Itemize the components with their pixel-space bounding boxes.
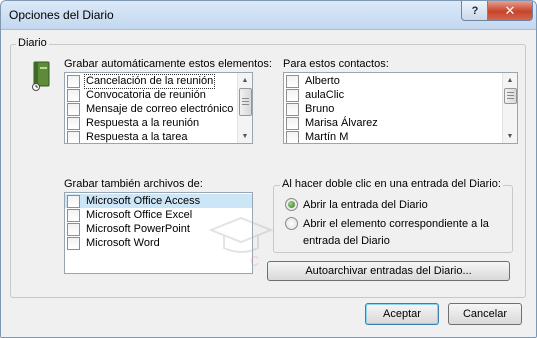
contacts-scrollbar[interactable]: ▲ ▼ — [502, 73, 517, 143]
list-item-label: Cancelación de la reunión — [84, 73, 216, 89]
list-item-label: Respuesta a la tarea — [86, 130, 188, 143]
grip-line — [242, 101, 249, 102]
list-item-label: Respuesta a la reunión — [86, 116, 200, 129]
checkbox[interactable] — [67, 88, 80, 102]
close-button[interactable]: ✕ — [487, 1, 533, 21]
radio-label: Abrir el elemento correspondiente a la e… — [303, 216, 489, 250]
scroll-down-icon[interactable]: ▼ — [238, 129, 252, 143]
help-button[interactable]: ? — [461, 1, 489, 21]
ok-button[interactable]: Aceptar — [365, 303, 439, 325]
dialog-content: Diario Grabar automáticamente estos elem… — [1, 30, 536, 337]
checkbox[interactable] — [286, 88, 299, 102]
autoarchive-button[interactable]: Autoarchivar entradas del Diario... — [267, 261, 510, 281]
checkbox[interactable] — [67, 208, 80, 222]
auto-record-scrollbar[interactable]: ▲ ▼ — [237, 73, 252, 143]
grip-line — [507, 98, 514, 99]
grip-line — [242, 98, 249, 99]
cancel-button[interactable]: Cancelar — [448, 303, 522, 325]
list-item[interactable]: Martín M — [286, 130, 350, 143]
list-item[interactable]: Microsoft PowerPoint — [67, 222, 192, 236]
auto-record-label: Grabar automáticamente estos elementos: — [64, 58, 272, 70]
list-item[interactable]: Microsoft Office Access — [65, 194, 252, 208]
radio-label-line1: Abrir el elemento correspondiente a la — [303, 218, 489, 230]
checkbox[interactable] — [67, 116, 80, 130]
radio-label-line2: entrada del Diario — [303, 235, 390, 247]
list-item-label: Alberto — [305, 74, 340, 87]
radio-button[interactable] — [285, 217, 298, 230]
checkbox[interactable] — [67, 130, 80, 143]
checkbox[interactable] — [286, 74, 299, 88]
list-item[interactable]: Microsoft Word — [67, 236, 162, 250]
list-item[interactable]: Convocatoria de reunión — [67, 88, 208, 102]
checkbox[interactable] — [286, 116, 299, 130]
list-item[interactable]: Marisa Álvarez — [286, 116, 380, 130]
scroll-up-icon[interactable]: ▲ — [503, 73, 517, 87]
checkbox[interactable] — [286, 130, 299, 143]
close-icon: ✕ — [504, 2, 516, 18]
scroll-down-icon[interactable]: ▼ — [503, 129, 517, 143]
grip-line — [507, 92, 514, 93]
list-item-label: Microsoft Word — [86, 236, 160, 249]
double-click-group-label: Al hacer doble clic en una entrada del D… — [280, 178, 503, 190]
list-item-label: Mensaje de correo electrónico — [86, 102, 234, 115]
checkbox[interactable] — [67, 194, 80, 208]
radio-open-item[interactable]: Abrir el elemento correspondiente a la e… — [285, 216, 489, 250]
checkbox[interactable] — [67, 222, 80, 236]
radio-label: Abrir la entrada del Diario — [303, 199, 428, 211]
list-item[interactable]: Microsoft Office Excel — [67, 208, 194, 222]
journal-icon — [32, 61, 50, 91]
files-label: Grabar también archivos de: — [64, 178, 203, 190]
list-item[interactable]: Alberto — [286, 74, 342, 88]
list-item[interactable]: Bruno — [286, 102, 336, 116]
list-item-label: aulaClic — [305, 88, 345, 101]
list-item-label: Microsoft PowerPoint — [86, 222, 190, 235]
checkbox[interactable] — [67, 236, 80, 250]
contacts-label: Para estos contactos: — [283, 58, 389, 70]
checkbox[interactable] — [67, 102, 80, 116]
title-bar[interactable]: Opciones del Diario ? ✕ — [1, 1, 536, 30]
grip-line — [242, 104, 249, 105]
checkbox[interactable] — [67, 74, 80, 88]
list-item[interactable]: Cancelación de la reunión — [67, 73, 216, 89]
list-item-label: Bruno — [305, 102, 335, 115]
contacts-list[interactable]: Alberto aulaClic Bruno Marisa Álvarez Ma… — [283, 72, 518, 144]
diario-group-label: Diario — [16, 37, 49, 49]
svg-text:c: c — [250, 250, 259, 270]
list-item-label: Marisa Álvarez — [305, 116, 378, 129]
checkbox[interactable] — [286, 102, 299, 116]
list-item-label: Microsoft Office Excel — [86, 208, 193, 221]
list-item[interactable]: Mensaje de correo electrónico — [67, 102, 235, 116]
list-item[interactable]: Respuesta a la tarea — [67, 130, 190, 143]
help-icon: ? — [471, 4, 479, 17]
window-title: Opciones del Diario — [9, 8, 114, 22]
scroll-thumb[interactable] — [239, 88, 252, 116]
list-item-label: Microsoft Office Access — [86, 194, 201, 207]
list-item[interactable]: Respuesta a la reunión — [67, 116, 201, 130]
radio-button[interactable] — [285, 198, 298, 211]
watermark-logo: c — [208, 216, 274, 270]
scroll-up-icon[interactable]: ▲ — [238, 73, 252, 87]
grip-line — [507, 95, 514, 96]
list-item-label: Convocatoria de reunión — [86, 88, 206, 101]
scroll-thumb[interactable] — [504, 88, 517, 104]
list-item[interactable]: aulaClic — [286, 88, 346, 102]
list-item-label: Martín M — [305, 130, 349, 143]
radio-open-entry[interactable]: Abrir la entrada del Diario — [285, 197, 428, 214]
dialog-window: Opciones del Diario ? ✕ Diario Grabar au… — [0, 0, 537, 338]
auto-record-list[interactable]: Cancelación de la reunión Convocatoria d… — [64, 72, 253, 144]
